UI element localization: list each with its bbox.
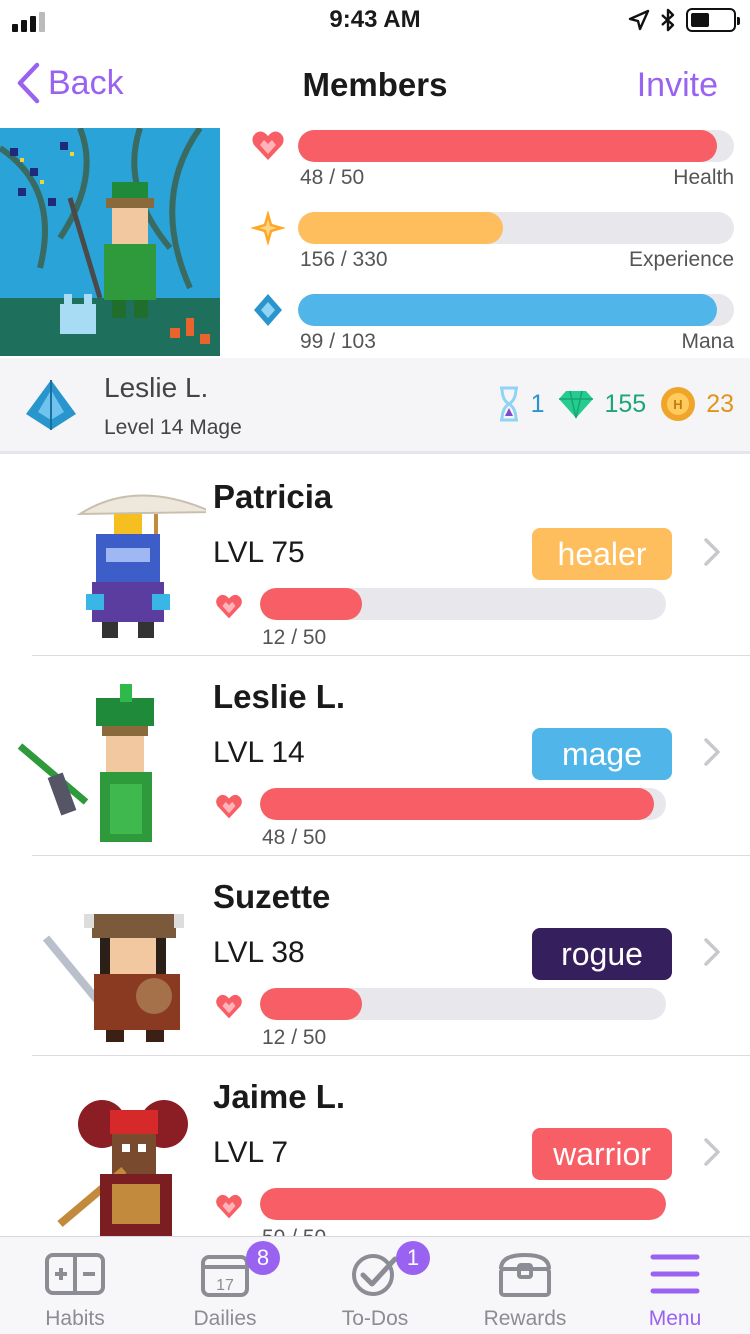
member-level: LVL 75 bbox=[213, 536, 305, 569]
tab-label: Rewards bbox=[483, 1307, 567, 1330]
gold-currency: H 23 bbox=[660, 386, 734, 422]
tab-bar: Habits 17 8 Dailies 1 To-Dos Rewards Men… bbox=[0, 1236, 750, 1334]
hourglass-icon bbox=[499, 386, 518, 422]
heart-icon bbox=[216, 794, 242, 819]
member-avatar bbox=[57, 1100, 188, 1244]
svg-text:H: H bbox=[673, 397, 682, 412]
svg-text:17: 17 bbox=[216, 1277, 234, 1294]
user-level: Level 14 Mage bbox=[104, 416, 242, 439]
experience-stat: 156 / 330 Experience bbox=[250, 210, 742, 292]
member-row[interactable]: Patricia LVL 75 healer 12 / 50 bbox=[0, 456, 750, 656]
member-health-bar bbox=[260, 588, 666, 620]
tab-habits[interactable]: Habits bbox=[0, 1237, 150, 1334]
member-class-badge: healer bbox=[532, 528, 672, 580]
health-label: Health bbox=[673, 166, 734, 189]
member-name: Leslie L. bbox=[213, 678, 346, 715]
tab-dailies[interactable]: 17 8 Dailies bbox=[150, 1237, 300, 1334]
gem-count: 155 bbox=[604, 389, 647, 418]
member-health-bar bbox=[260, 988, 666, 1020]
member-health-bar bbox=[260, 788, 666, 820]
member-health-value: 48 / 50 bbox=[262, 826, 327, 849]
status-bar: 9:43 AM bbox=[0, 0, 750, 40]
dailies-badge: 8 bbox=[246, 1241, 280, 1275]
member-class-badge: mage bbox=[532, 728, 672, 780]
member-row[interactable]: Jaime L. LVL 7 warrior 50 / 50 bbox=[0, 1056, 750, 1256]
experience-value: 156 / 330 bbox=[300, 248, 388, 271]
member-level: LVL 14 bbox=[213, 736, 305, 769]
member-avatar bbox=[76, 494, 206, 638]
habits-icon bbox=[45, 1253, 105, 1295]
gem-currency: 155 bbox=[558, 389, 646, 419]
experience-bar-fill bbox=[298, 212, 503, 244]
heart-icon bbox=[216, 1194, 242, 1219]
member-health-bar bbox=[260, 1188, 666, 1220]
gem-icon bbox=[559, 390, 594, 419]
member-class-badge: rogue bbox=[532, 928, 672, 980]
member-class-badge: warrior bbox=[532, 1128, 672, 1180]
member-name: Jaime L. bbox=[213, 1078, 346, 1115]
user-name: Leslie L. bbox=[104, 372, 209, 403]
mana-bar-fill bbox=[298, 294, 717, 326]
tab-label: Dailies bbox=[193, 1307, 257, 1330]
star-icon bbox=[250, 210, 286, 246]
member-avatar bbox=[42, 914, 184, 1042]
health-value: 48 / 50 bbox=[300, 166, 365, 189]
chevron-right-icon bbox=[704, 538, 720, 566]
tab-rewards[interactable]: Rewards bbox=[450, 1237, 600, 1334]
member-row[interactable]: Suzette LVL 38 rogue 12 / 50 bbox=[0, 856, 750, 1056]
member-health-fill bbox=[260, 988, 362, 1020]
chevron-right-icon bbox=[704, 1138, 720, 1166]
member-health-value: 12 / 50 bbox=[262, 1026, 327, 1049]
member-health-value: 12 / 50 bbox=[262, 626, 327, 649]
member-health-fill bbox=[260, 788, 654, 820]
member-name: Suzette bbox=[213, 878, 331, 915]
treasure-chest-icon bbox=[499, 1252, 551, 1297]
tab-menu[interactable]: Menu bbox=[600, 1237, 750, 1334]
menu-icon bbox=[650, 1254, 700, 1294]
health-bar-fill bbox=[298, 130, 717, 162]
health-stat: 48 / 50 Health bbox=[250, 128, 742, 210]
mage-class-icon bbox=[26, 380, 76, 430]
mana-bar bbox=[298, 294, 734, 326]
invite-button[interactable]: Invite bbox=[637, 66, 718, 105]
heart-icon bbox=[216, 994, 242, 1019]
mana-value: 99 / 103 bbox=[300, 330, 376, 353]
tab-label: Habits bbox=[45, 1307, 105, 1330]
heart-icon bbox=[216, 594, 242, 619]
health-bar bbox=[298, 130, 734, 162]
hourglass-count: 1 bbox=[530, 389, 545, 418]
mana-label: Mana bbox=[681, 330, 734, 353]
battery-icon bbox=[686, 8, 740, 32]
member-avatar bbox=[17, 684, 154, 842]
member-row[interactable]: Leslie L. LVL 14 mage 48 / 50 bbox=[0, 656, 750, 856]
gold-count: 23 bbox=[706, 389, 734, 418]
mana-icon bbox=[254, 294, 282, 326]
navigation-bar: Back Members Invite bbox=[0, 40, 750, 128]
bluetooth-icon bbox=[661, 8, 675, 32]
heart-icon bbox=[252, 131, 284, 160]
experience-label: Experience bbox=[628, 248, 734, 271]
tab-todos[interactable]: 1 To-Dos bbox=[300, 1237, 450, 1334]
todos-badge: 1 bbox=[396, 1241, 430, 1275]
chevron-right-icon bbox=[704, 738, 720, 766]
tab-label: To-Dos bbox=[341, 1307, 409, 1330]
member-health-fill bbox=[260, 588, 362, 620]
experience-bar bbox=[298, 212, 734, 244]
gold-coin-icon: H bbox=[661, 387, 696, 421]
chevron-right-icon bbox=[704, 938, 720, 966]
member-name: Patricia bbox=[213, 478, 333, 515]
member-level: LVL 7 bbox=[213, 1136, 289, 1169]
user-info-band: Leslie L. Level 14 Mage 1 155 H 23 bbox=[0, 358, 750, 454]
hourglass-currency: 1 bbox=[497, 386, 545, 422]
location-arrow-icon bbox=[628, 9, 650, 31]
member-health-fill bbox=[260, 1188, 666, 1220]
member-level: LVL 38 bbox=[213, 936, 305, 969]
user-avatar[interactable] bbox=[0, 128, 220, 356]
tab-label: Menu bbox=[648, 1307, 702, 1330]
